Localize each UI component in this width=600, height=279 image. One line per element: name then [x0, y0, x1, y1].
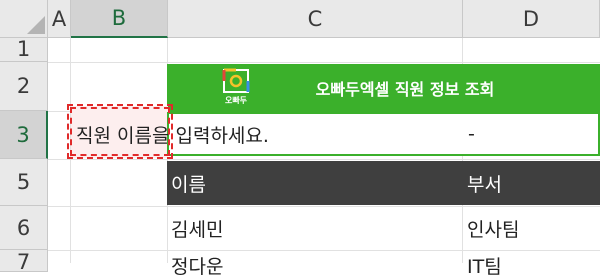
logo-text: 오빠두: [224, 96, 248, 105]
row-header-7[interactable]: 7: [0, 250, 48, 274]
gridline: [48, 159, 600, 160]
row-header-6[interactable]: 6: [0, 206, 48, 250]
table-header-dept: 부서: [467, 173, 502, 196]
column-header-a[interactable]: A: [48, 0, 71, 38]
row-header-1[interactable]: 1: [0, 37, 48, 62]
column-header-b[interactable]: B: [71, 0, 168, 38]
table-cell-dept[interactable]: 인사팀: [467, 206, 597, 250]
oppadu-logo: 오빠두: [222, 68, 250, 106]
column-header-c[interactable]: C: [168, 0, 463, 38]
highlight-box-inner: [70, 107, 170, 156]
gridline: [48, 62, 600, 63]
input-result-text: -: [468, 123, 475, 145]
gridline: [48, 250, 600, 251]
row-header-2[interactable]: 2: [0, 62, 48, 111]
table-cell-dept[interactable]: IT팀: [467, 252, 597, 278]
table-header-name: 이름: [171, 173, 206, 196]
table-cell-name[interactable]: 김세민: [171, 206, 451, 250]
row-header-3[interactable]: 3: [0, 111, 48, 159]
column-header-d[interactable]: D: [463, 0, 600, 38]
banner-title: 오빠두엑셀 직원 정보 조회: [315, 80, 495, 99]
table-cell-name[interactable]: 정다운: [171, 252, 451, 278]
select-all-triangle-icon: [27, 16, 45, 34]
row-header-5[interactable]: 5: [0, 159, 48, 206]
